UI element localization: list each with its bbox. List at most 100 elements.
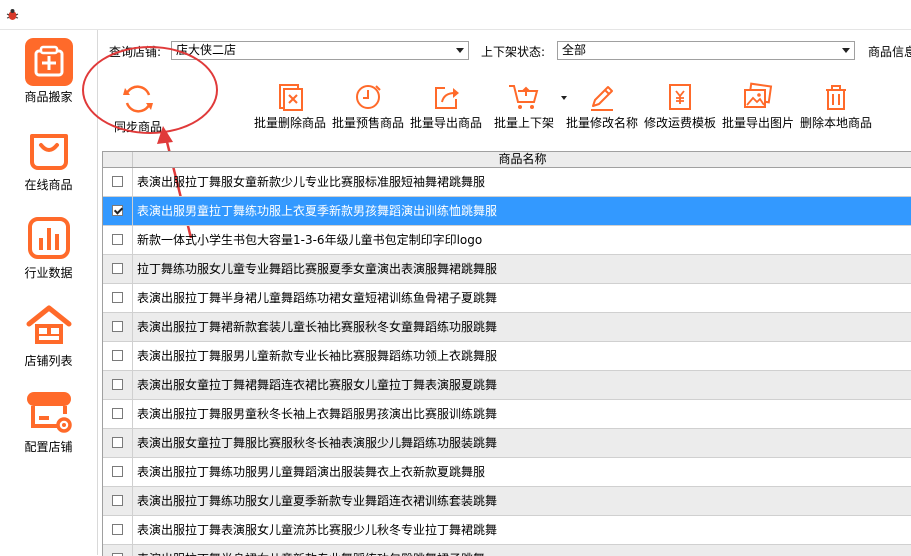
images-icon: [744, 82, 773, 108]
app-bug-icon: [6, 9, 19, 20]
sidebar: 商品搬家 在线商品 行业数据 店铺列表 配置店铺: [0, 30, 98, 555]
row-checkbox[interactable]: [112, 524, 123, 535]
row-checkbox[interactable]: [112, 321, 123, 332]
product-name-cell: 拉丁舞练功服女儿童专业舞蹈比赛服夏季女童演出表演服舞裙跳舞服: [137, 262, 498, 276]
transfer-icon: [24, 38, 73, 86]
product-name-cell: 表演出服拉丁舞服女童新款少儿专业比赛服标准服短袖舞裙跳舞服: [137, 175, 486, 189]
batch-delete-label: 批量删除商品: [253, 116, 326, 130]
shopping-cart-icon: [509, 85, 539, 109]
pencil-icon: [591, 86, 613, 111]
store-icon: [26, 305, 71, 344]
sidebar-item-industry-data[interactable]: 行业数据: [0, 214, 97, 281]
row-checkbox-cell: [103, 516, 133, 544]
clock-icon: [356, 85, 381, 109]
batch-rename-button[interactable]: 批量修改名称: [565, 82, 639, 131]
table-row[interactable]: 表演出服男童拉丁舞练功服上衣夏季新款男孩舞蹈演出训练恤跳舞服: [103, 197, 911, 226]
batch-export-label: 批量导出商品: [409, 116, 482, 130]
shelf-status-value: 全部: [562, 43, 587, 57]
store-select[interactable]: 店大侠二店: [171, 41, 469, 60]
batch-rename-label: 批量修改名称: [565, 116, 638, 130]
table-row[interactable]: 表演出服拉丁舞服男童秋冬长袖上衣舞蹈服男孩演出比赛服训练跳舞: [103, 400, 911, 429]
row-checkbox[interactable]: [112, 263, 123, 274]
delete-local-button[interactable]: 删除本地商品: [799, 82, 873, 131]
batch-export-images-button[interactable]: 批量导出图片: [721, 82, 795, 131]
row-checkbox-cell: [103, 226, 133, 254]
table-row[interactable]: 表演出服拉丁舞练功服男儿童舞蹈演出服装舞衣上衣新款夏跳舞服: [103, 458, 911, 487]
batch-shelf-button[interactable]: 批量上下架: [487, 82, 567, 131]
row-checkbox[interactable]: [112, 350, 123, 361]
row-checkbox[interactable]: [112, 176, 123, 187]
table-row[interactable]: 表演出服拉丁舞练功服女儿童夏季新款专业舞蹈连衣裙训练套装跳舞: [103, 487, 911, 516]
product-name-cell: 表演出服拉丁舞练功服男儿童舞蹈演出服装舞衣上衣新款夏跳舞服: [137, 465, 486, 479]
bar-chart-icon: [27, 217, 70, 259]
row-checkbox-cell: [103, 400, 133, 428]
row-checkbox-cell: [103, 342, 133, 370]
batch-presale-label: 批量预售商品: [331, 116, 404, 130]
yen-document-icon: [669, 84, 691, 110]
table-row[interactable]: 表演出服拉丁舞半身裙儿童舞蹈练功裙女童短裙训练鱼骨裙子夏跳舞: [103, 284, 911, 313]
row-checkbox[interactable]: [112, 379, 123, 390]
row-checkbox-cell: [103, 429, 133, 457]
row-checkbox-cell: [103, 487, 133, 515]
table-row[interactable]: 表演出服拉丁舞表演服女儿童流苏比赛服少儿秋冬专业拉丁舞裙跳舞: [103, 516, 911, 545]
chevron-down-icon: [842, 48, 850, 53]
table-header: 商品名称: [103, 152, 911, 168]
table-row[interactable]: 表演出服拉丁舞裙新款套装儿童长袖比赛服秋冬女童舞蹈练功服跳舞: [103, 313, 911, 342]
row-checkbox[interactable]: [112, 466, 123, 477]
product-name-cell: 表演出服拉丁舞裙新款套装儿童长袖比赛服秋冬女童舞蹈练功服跳舞: [137, 320, 498, 334]
title-bar: [0, 0, 911, 30]
product-name-cell: 表演出服女童拉丁舞服比赛服秋冬长袖表演服少儿舞蹈练功服装跳舞: [137, 436, 498, 450]
batch-presale-button[interactable]: 批量预售商品: [331, 82, 405, 131]
sidebar-item-store-list[interactable]: 店铺列表: [0, 302, 97, 369]
column-header-product-name[interactable]: 商品名称: [133, 152, 911, 167]
table-row[interactable]: 拉丁舞练功服女儿童专业舞蹈比赛服夏季女童演出表演服舞裙跳舞服: [103, 255, 911, 284]
sidebar-item-label: 行业数据: [24, 266, 73, 280]
row-checkbox[interactable]: [112, 292, 123, 303]
table-row[interactable]: 表演出服拉丁舞服男儿童新款专业长袖比赛服舞蹈练功领上衣跳舞服: [103, 342, 911, 371]
store-settings-icon: [26, 392, 72, 433]
row-checkbox[interactable]: [112, 437, 123, 448]
product-name-cell: 表演出服拉丁舞表演服女儿童流苏比赛服少儿秋冬专业拉丁舞裙跳舞: [137, 523, 498, 537]
batch-shelf-label: 批量上下架: [493, 116, 554, 130]
batch-delete-button[interactable]: 批量删除商品: [253, 82, 327, 131]
product-name-cell: 表演出服拉丁舞服男童秋冬长袖上衣舞蹈服男孩演出比赛服训练跳舞: [137, 407, 498, 421]
export-icon: [435, 87, 459, 109]
shopping-bag-icon: [29, 134, 68, 170]
modify-freight-label: 修改运费模板: [643, 116, 716, 130]
modify-freight-button[interactable]: 修改运费模板: [643, 82, 717, 131]
table-body: 表演出服拉丁舞服女童新款少儿专业比赛服标准服短袖舞裙跳舞服 表演出服男童拉丁舞练功…: [103, 168, 911, 556]
table-row[interactable]: 表演出服女童拉丁舞裙舞蹈连衣裙比赛服女儿童拉丁舞表演服夏跳舞: [103, 371, 911, 400]
product-name-cell: 表演出服拉丁舞服男儿童新款专业长袖比赛服舞蹈练功领上衣跳舞服: [137, 349, 498, 363]
row-checkbox-cell: [103, 458, 133, 486]
row-checkbox-cell: [103, 371, 133, 399]
product-name-cell: 表演出服拉丁舞练功服女儿童夏季新款专业舞蹈连衣裙训练套装跳舞: [137, 494, 498, 508]
row-checkbox[interactable]: [112, 205, 123, 216]
product-name-cell: 新款一体式小学生书包大容量1-3-6年级儿童书包定制印字印logo: [137, 233, 483, 247]
table-row[interactable]: 表演出服拉丁舞服女童新款少儿专业比赛服标准服短袖舞裙跳舞服: [103, 168, 911, 197]
product-name-cell: 表演出服拉丁舞半身裙儿童舞蹈练功裙女童短裙训练鱼骨裙子夏跳舞: [137, 291, 498, 305]
delete-local-label: 删除本地商品: [799, 116, 872, 130]
sidebar-item-online-products[interactable]: 在线商品: [0, 126, 97, 193]
batch-export-button[interactable]: 批量导出商品: [409, 82, 483, 131]
product-name-cell: 表演出服拉丁舞半身裙女儿童新款专业舞蹈练功包臀跳舞裙子跳舞: [137, 545, 485, 556]
row-checkbox[interactable]: [112, 495, 123, 506]
product-name-cell: 表演出服女童拉丁舞裙舞蹈连衣裙比赛服女儿童拉丁舞表演服夏跳舞: [137, 378, 498, 392]
row-checkbox[interactable]: [112, 408, 123, 419]
row-checkbox-cell: [103, 545, 133, 556]
product-name-cell: 表演出服男童拉丁舞练功服上衣夏季新款男孩舞蹈演出训练恤跳舞服: [137, 204, 498, 218]
row-checkbox-cell: [103, 313, 133, 341]
row-checkbox-cell: [103, 255, 133, 283]
sidebar-item-label: 在线商品: [24, 178, 73, 192]
product-table: 商品名称 表演出服拉丁舞服女童新款少儿专业比赛服标准服短袖舞裙跳舞服 表演出服男童…: [102, 151, 911, 556]
row-checkbox[interactable]: [112, 234, 123, 245]
select-column-header[interactable]: [103, 152, 133, 167]
main-panel: 查询店铺: 店大侠二店 上下架状态: 全部 商品信息 同步商品 批量删除商品 批…: [82, 30, 911, 556]
row-checkbox-cell: [103, 168, 133, 196]
shelf-status-label: 上下架状态:: [481, 45, 546, 59]
sidebar-item-configure-store[interactable]: 配置店铺: [0, 388, 97, 455]
table-row[interactable]: 表演出服女童拉丁舞服比赛服秋冬长袖表演服少儿舞蹈练功服装跳舞: [103, 429, 911, 458]
table-row[interactable]: 表演出服拉丁舞半身裙女儿童新款专业舞蹈练功包臀跳舞裙子跳舞: [103, 545, 911, 556]
table-row[interactable]: 新款一体式小学生书包大容量1-3-6年级儿童书包定制印字印logo: [103, 226, 911, 255]
delete-document-icon: [279, 84, 303, 111]
shelf-status-select[interactable]: 全部: [557, 41, 855, 60]
